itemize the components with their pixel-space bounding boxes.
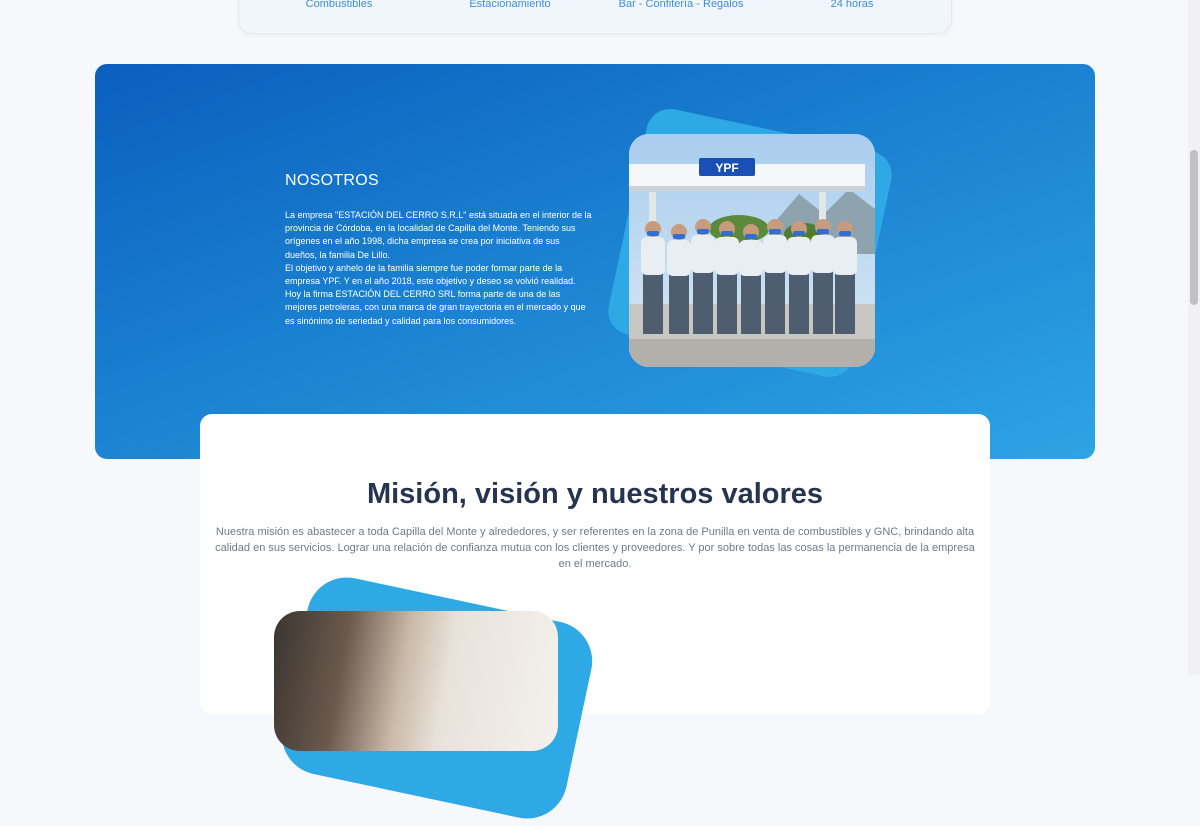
about-title: NOSOTROS — [285, 172, 379, 189]
about-text: La empresa "ESTACIÓN DEL CERRO S.R.L" es… — [285, 209, 593, 328]
service-label-24h: 24 horas — [830, 0, 874, 10]
mission-photo — [274, 611, 558, 751]
scrollbar-thumb[interactable] — [1190, 150, 1198, 305]
page-scrollbar[interactable] — [1188, 0, 1200, 675]
service-label-parking: Estacionamiento — [469, 0, 551, 10]
mission-image-group — [270, 570, 600, 826]
team-photo: YPF — [629, 134, 875, 367]
mission-section: Misión, visión y nuestros valores Nuestr… — [200, 414, 990, 826]
about-paragraph: Hoy la firma ESTACIÓN DEL CERRO SRL form… — [285, 289, 586, 326]
team-photo-illustration: YPF — [629, 134, 875, 367]
ypf-sign-text: YPF — [715, 161, 738, 175]
about-photo-group: YPF — [603, 104, 905, 402]
about-paragraph: La empresa "ESTACIÓN DEL CERRO S.R.L" es… — [285, 210, 592, 260]
about-paragraph: El objetivo y anhelo de la familia siemp… — [285, 262, 576, 287]
services-card: Combustibles Estacionamiento Bar - Confi… — [238, 0, 952, 34]
service-label-fuel: Combustibles — [305, 0, 373, 10]
about-section: NOSOTROS La empresa "ESTACIÓN DEL CERRO … — [95, 64, 1095, 459]
service-label-bar: Bar - Confitería - Regalos — [618, 0, 744, 10]
mission-text: Nuestra misión es abastecer a toda Capil… — [215, 526, 975, 570]
mission-title: Misión, visión y nuestros valores — [366, 478, 824, 510]
